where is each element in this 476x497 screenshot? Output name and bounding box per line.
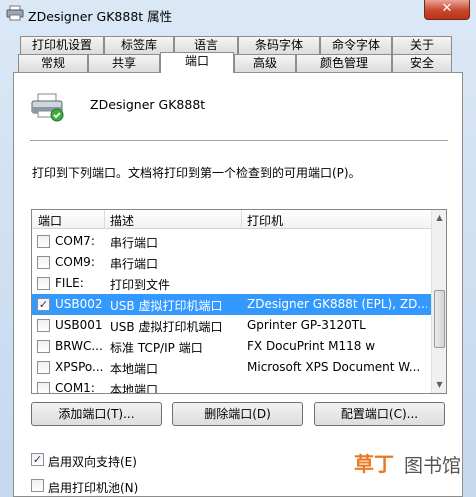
port-description: 串行端口 [110, 236, 159, 250]
table-row[interactable]: COM9: 串行端口 [32, 252, 431, 273]
separator [30, 140, 448, 141]
port-checkbox[interactable] [37, 319, 50, 332]
tab-color-management[interactable]: 颜色管理 [296, 54, 392, 72]
column-divider[interactable] [241, 210, 242, 229]
port-printer: FX DocuPrint M118 w [247, 339, 376, 353]
port-checkbox[interactable] [37, 256, 50, 269]
port-name: COM1: [55, 381, 95, 394]
watermark-text: 图书馆 [404, 455, 462, 477]
port-printer: ZDesigner GK888t (EPL), ZD... [247, 297, 427, 311]
add-port-button[interactable]: 添加端口(T)... [31, 402, 162, 426]
port-name: COM9: [55, 255, 95, 269]
scroll-down-icon[interactable]: ▼ [434, 378, 445, 392]
column-header-description[interactable]: 描述 [110, 212, 134, 229]
table-row[interactable]: ✓ USB002 USB 虚拟打印机端口 ZDesigner GK888t (EPL)… [32, 294, 431, 315]
ports-description: 打印到下列端口。文档将打印到第一个检查到的可用端口(P)。 [32, 166, 361, 180]
tab-general[interactable]: 常规 [18, 54, 88, 72]
printer-pooling-label: 启用打印机池(N) [48, 481, 139, 495]
port-name: FILE: [55, 276, 84, 290]
port-list-scrollbar[interactable]: ▲ ▼ [431, 210, 446, 393]
port-printer: Microsoft XPS Document W... [247, 360, 421, 374]
table-row[interactable]: COM1: 本地端口 [32, 378, 431, 394]
column-header-printer[interactable]: 打印机 [247, 212, 283, 229]
title-bar[interactable]: ZDesigner GK888t 属性 ✕ [0, 0, 476, 28]
tab-command-fonts[interactable]: 命令字体 [320, 36, 392, 54]
port-checkbox[interactable] [37, 235, 50, 248]
port-description: 标准 TCP/IP 端口 [110, 341, 203, 355]
printer-icon [6, 5, 24, 21]
port-description: 打印到文件 [110, 278, 171, 292]
table-row[interactable]: BRWC... 标准 TCP/IP 端口 FX DocuPrint M118 w [32, 336, 431, 357]
table-row[interactable]: FILE: 打印到文件 [32, 273, 431, 294]
properties-window: ZDesigner GK888t 属性 ✕ 打印机设置 标签库 语言 条码字体 … [0, 0, 476, 497]
delete-port-button[interactable]: 删除端口(D) [172, 402, 303, 426]
window-title: ZDesigner GK888t 属性 [28, 9, 173, 24]
tab-advanced[interactable]: 高级 [234, 54, 296, 72]
port-checkbox[interactable]: ✓ [37, 298, 50, 311]
port-list[interactable]: 端口 描述 打印机 COM7: 串行端口 COM9: 串行端口 FILE: 打印到文件 ✓ U… [31, 209, 447, 394]
port-checkbox[interactable] [37, 340, 50, 353]
table-row[interactable]: USB001 USB 虚拟打印机端口 Gprinter GP-3120TL [32, 315, 431, 336]
tab-printer-settings[interactable]: 打印机设置 [20, 36, 104, 54]
port-name: USB001 [55, 318, 103, 332]
configure-port-button[interactable]: 配置端口(C)... [314, 402, 445, 426]
table-row[interactable]: XPSPo... 本地端口 Microsoft XPS Document W... [32, 357, 431, 378]
bidirectional-support-label: 启用双向支持(E) [48, 455, 137, 469]
tab-about[interactable]: 关于 [392, 36, 452, 54]
tab-sharing[interactable]: 共享 [88, 54, 160, 72]
scroll-up-icon[interactable]: ▲ [434, 211, 445, 225]
tab-security[interactable]: 安全 [392, 54, 452, 72]
port-name: XPSPo... [55, 360, 104, 374]
port-name: BRWC... [55, 339, 103, 353]
port-description: 本地端口 [110, 362, 159, 376]
column-header-port[interactable]: 端口 [38, 212, 62, 229]
port-description: USB 虚拟打印机端口 [110, 320, 223, 334]
port-description: 串行端口 [110, 257, 159, 271]
port-name: COM7: [55, 234, 95, 248]
column-divider[interactable] [104, 210, 105, 229]
printer-device-icon [31, 93, 64, 122]
printer-name: ZDesigner GK888t [90, 97, 206, 112]
tab-ports[interactable]: 端口 [160, 52, 234, 73]
port-checkbox[interactable] [37, 361, 50, 374]
checkbox[interactable] [31, 479, 44, 492]
watermark-logo: 草丁 [354, 452, 394, 476]
checkbox[interactable]: ✓ [31, 453, 44, 466]
port-description: 本地端口 [110, 383, 159, 394]
port-checkbox[interactable] [37, 277, 50, 290]
port-checkbox[interactable] [37, 382, 50, 393]
port-list-header: 端口 描述 打印机 [32, 210, 431, 229]
port-name: USB002 [55, 297, 103, 311]
tab-barcode-fonts[interactable]: 条码字体 [238, 36, 320, 54]
port-printer: Gprinter GP-3120TL [247, 318, 366, 332]
port-description: USB 虚拟打印机端口 [110, 299, 223, 313]
close-button[interactable]: ✕ [424, 0, 470, 20]
scrollbar-thumb[interactable] [434, 290, 445, 348]
table-row[interactable]: COM7: 串行端口 [32, 231, 431, 252]
